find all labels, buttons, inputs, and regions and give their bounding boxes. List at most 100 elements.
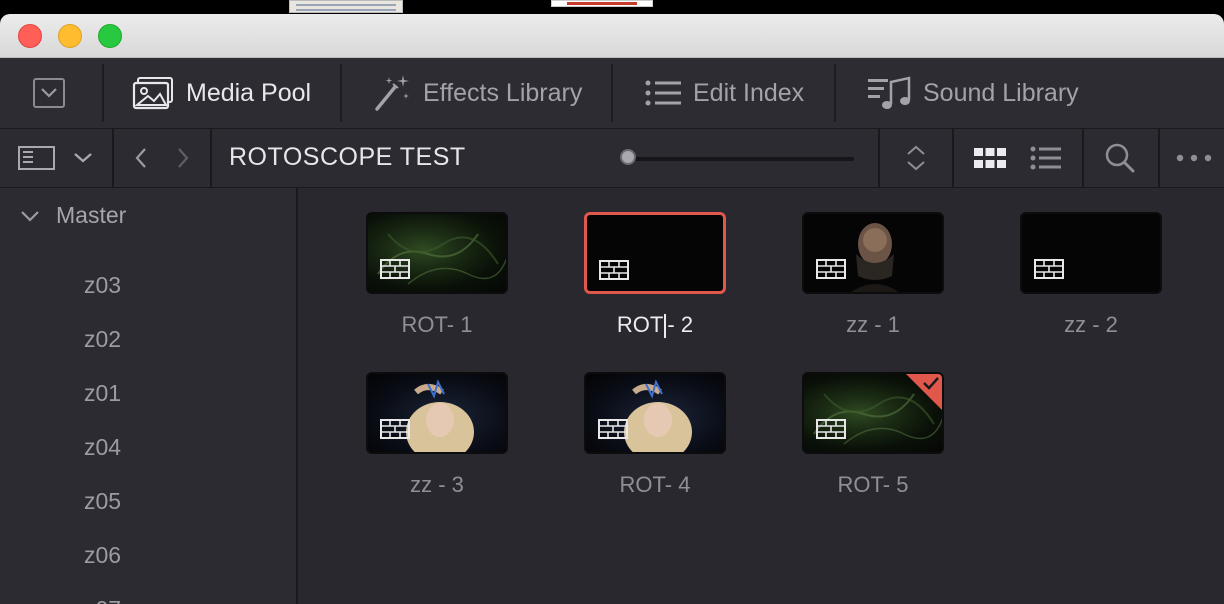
clip-item[interactable]: zz - 3 [328,348,508,497]
portrait-thumbnail-image [624,379,692,452]
clip-thumbnail[interactable] [584,212,726,294]
clip-name: zz - 3 [410,472,464,497]
minimize-button[interactable] [58,24,82,48]
clip-thumbnail-grid: ROT- 1 ROT - 2 zz - 1 zz - 2 zz - 3 ROT-… [298,188,1224,604]
clip-thumbnail[interactable] [366,212,508,294]
sidebar-bin-item[interactable]: z05 [84,488,121,515]
clip-name-text: ROT [616,312,664,337]
grid-view-icon [974,148,1006,168]
close-button[interactable] [18,24,42,48]
clip-thumbnail[interactable] [802,372,944,454]
background-strip [0,0,1224,14]
clip-thumbnail[interactable] [366,372,508,454]
header-separator [1082,129,1084,187]
sidebar-bin-item[interactable]: z04 [84,434,121,461]
clip-thumbnail[interactable] [1020,212,1162,294]
zoom-button[interactable] [98,24,122,48]
clip-name-edit-field[interactable]: ROT - 2 [584,312,726,339]
clip-item[interactable]: ROT- 5 [764,348,944,497]
clip-item[interactable]: zz - 1 [764,188,944,337]
video-clip-icon [380,259,410,279]
background-window-thumbnail [551,0,653,7]
clip-name: zz - 2 [1064,312,1118,337]
clip-item[interactable]: ROT- 1 [328,188,508,337]
media-pool-icon [132,77,173,110]
toolbar-sound-library-label: Sound Library [923,78,1079,107]
toolbar-separator [102,64,104,122]
video-clip-icon [380,419,410,439]
sidebar-bin-item[interactable]: z07 [84,596,121,604]
clip-name: ROT- 1 [401,312,473,337]
bin-list-sidebar: Master z03 z02 z01 z04 z05 z06 z07 [0,188,296,604]
sidebar-bin-item[interactable]: z02 [84,326,121,353]
masked-face-thumbnail-image [851,223,899,292]
master-bin-label: Master [56,202,127,228]
current-bin-title: ROTOSCOPE TEST [229,143,466,171]
media-pool-header: ROTOSCOPE TEST [0,129,1224,188]
portrait-thumbnail-image [406,379,474,452]
background-window-thumbnail [289,0,403,13]
title-bar [0,14,1224,58]
sort-button[interactable] [880,129,952,187]
chevron-left-icon [135,148,146,168]
foliage-thumbnail-image [377,233,506,285]
clip-thumbnail[interactable] [584,372,726,454]
slider-handle[interactable] [620,149,636,165]
header-separator [952,129,954,187]
thumbnail-view-button[interactable] [970,129,1010,187]
sidebar-bin-item[interactable]: z01 [84,380,121,407]
back-button[interactable] [126,129,156,187]
sidebar-bin-item[interactable]: z03 [84,272,121,299]
search-button[interactable] [1100,129,1140,187]
toolbar-media-pool-label: Media Pool [186,78,312,107]
sort-updown-icon [907,145,925,171]
header-separator [112,129,114,187]
more-dots-icon [1176,154,1212,162]
resolve-window: Media Pool Effects Library Edit Index So… [0,14,1224,604]
video-clip-icon [816,419,846,439]
forward-button[interactable] [168,129,198,187]
video-clip-icon [598,419,628,439]
header-separator [1158,129,1160,187]
clip-name: zz - 1 [846,312,900,337]
checkmark-icon [923,377,939,390]
toolbar-media-pool[interactable]: Media Pool [132,58,311,128]
toolbar-collapse-button[interactable] [33,78,65,108]
video-clip-icon [599,260,629,280]
toolbar-sound-library[interactable]: Sound Library [867,58,1079,128]
chevron-down-icon[interactable] [20,209,40,223]
more-options-button[interactable] [1172,129,1216,187]
clip-name-text: - 2 [667,312,694,337]
sidebar-panel-icon [18,146,92,170]
toolbar-effects-library-label: Effects Library [423,78,583,107]
video-clip-icon [1034,259,1064,279]
video-clip-icon [816,259,846,279]
thumbnail-zoom-slider[interactable] [620,149,854,165]
flag-marker [906,374,942,410]
bin-list-toggle[interactable] [0,129,112,187]
clip-name: ROT- 5 [837,472,909,497]
toolbar-separator [340,64,342,122]
header-separator [210,129,212,187]
toolbar-separator [611,64,613,122]
clip-item[interactable]: zz - 2 [982,188,1162,337]
toolbar-edit-index[interactable]: Edit Index [645,58,804,128]
panel-toolbar: Media Pool Effects Library Edit Index So… [0,58,1224,129]
list-view-button[interactable] [1028,129,1064,187]
search-icon [1105,143,1135,173]
chevron-down-icon [41,88,57,98]
list-icon [645,80,681,106]
toolbar-separator [834,64,836,122]
clip-item-selected[interactable]: ROT - 2 [546,188,726,339]
list-view-icon [1030,146,1061,170]
sidebar-bin-item[interactable]: z06 [84,542,121,569]
clip-name: ROT- 4 [619,472,691,497]
toolbar-edit-index-label: Edit Index [693,78,805,107]
chevron-right-icon [178,148,189,168]
clip-thumbnail[interactable] [802,212,944,294]
master-bin[interactable]: Master [20,202,126,229]
music-list-icon [868,76,911,109]
clip-item[interactable]: ROT- 4 [546,348,726,497]
toolbar-effects-library[interactable]: Effects Library [373,58,582,128]
effects-wand-icon [375,75,409,111]
